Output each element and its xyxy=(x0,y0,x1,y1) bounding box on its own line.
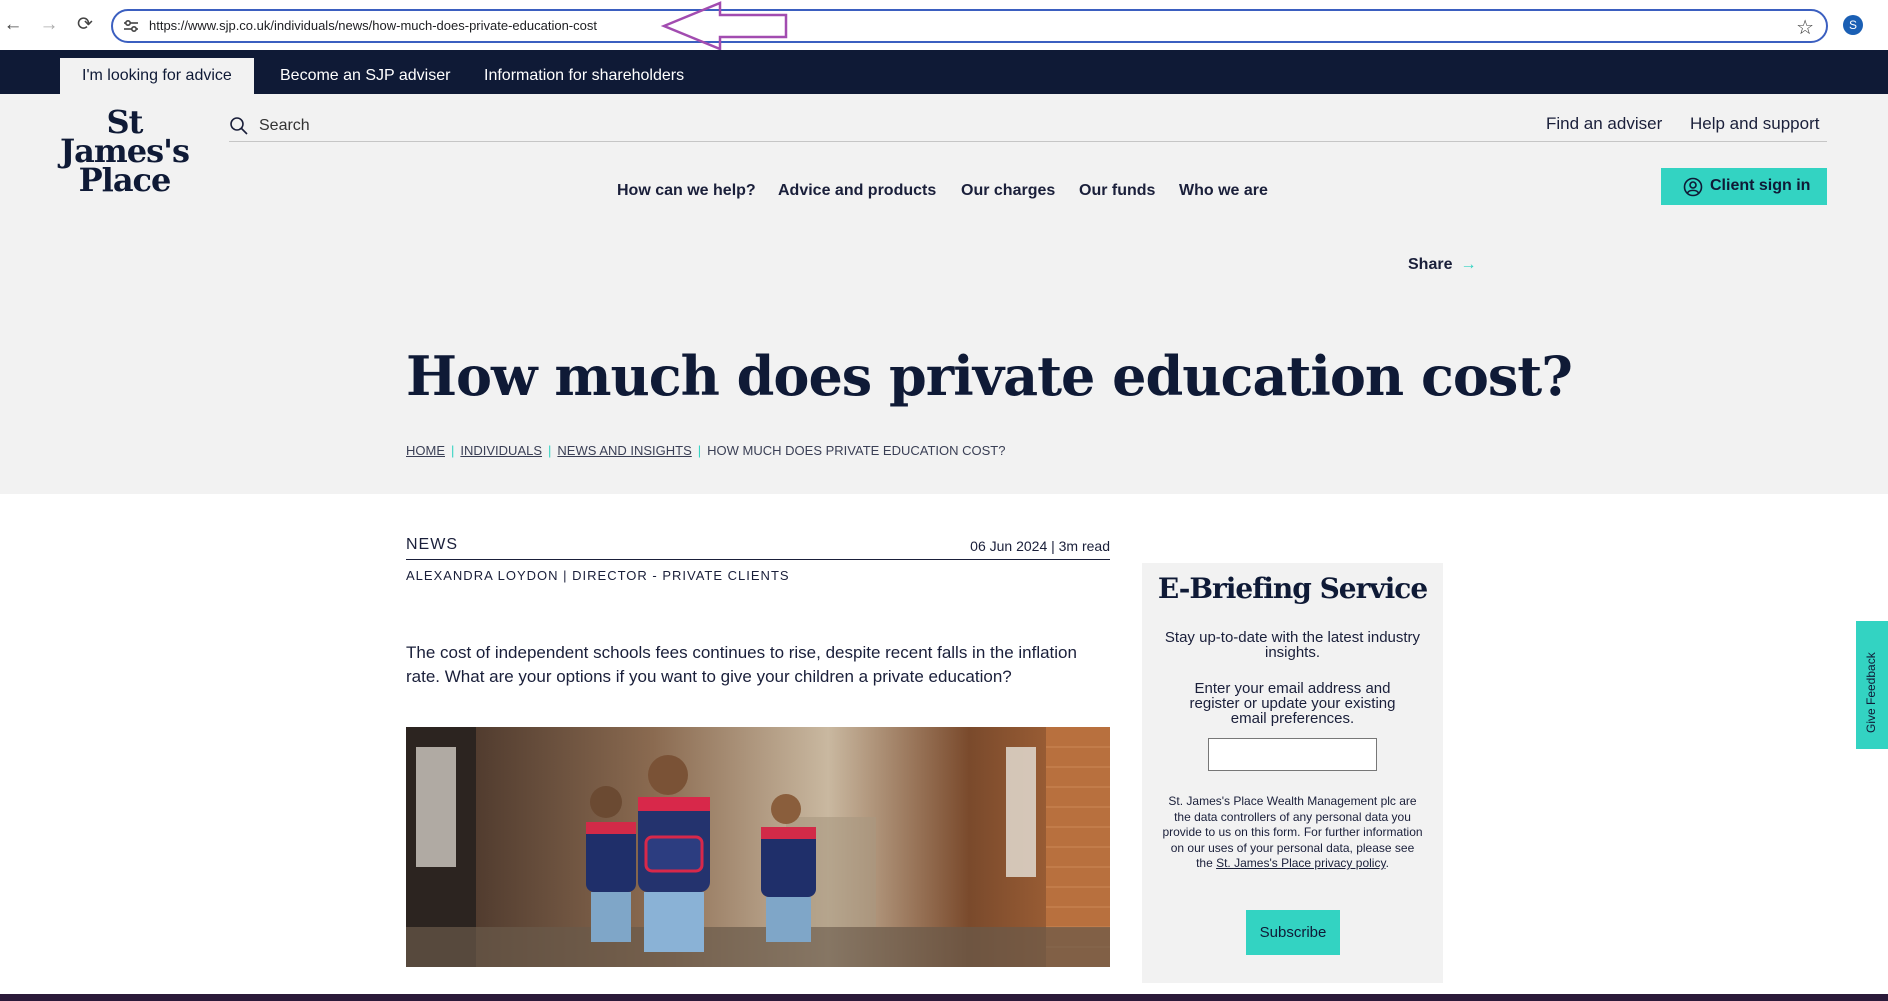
bookmark-star-icon[interactable]: ☆ xyxy=(1796,15,1814,40)
nav-our-charges[interactable]: Our charges xyxy=(961,182,1055,200)
annotation-arrow-icon xyxy=(660,1,788,51)
nav-how-can-we-help[interactable]: How can we help? xyxy=(617,182,756,200)
ebriefing-description: Stay up-to-date with the latest industry… xyxy=(1164,629,1421,661)
breadcrumb-current: HOW MUCH DOES PRIVATE EDUCATION COST? xyxy=(707,443,1006,458)
ebriefing-instructions: Enter your email address and register or… xyxy=(1189,680,1396,727)
sjp-logo[interactable]: St James's Place xyxy=(57,106,192,199)
profile-avatar[interactable]: S xyxy=(1843,15,1863,35)
subscribe-button[interactable]: Subscribe xyxy=(1246,910,1340,955)
privacy-policy-link[interactable]: St. James's Place privacy policy xyxy=(1216,856,1385,870)
breadcrumb-separator: | xyxy=(548,443,552,458)
breadcrumb-news-insights[interactable]: NEWS AND INSIGHTS xyxy=(557,443,691,458)
legal-text-end: . xyxy=(1385,856,1389,870)
forward-icon[interactable]: → xyxy=(38,14,60,36)
url-text[interactable]: https://www.sjp.co.uk/individuals/news/h… xyxy=(149,18,597,33)
share-label: Share xyxy=(1408,256,1453,273)
divider xyxy=(406,559,1110,560)
article-intro: The cost of independent schools fees con… xyxy=(406,643,1077,686)
client-signin-label: Client sign in xyxy=(1710,177,1811,194)
bottom-strip xyxy=(0,994,1888,1001)
tab-become-adviser[interactable]: Become an SJP adviser xyxy=(258,58,472,94)
ebriefing-title: E-Briefing Service xyxy=(1157,572,1428,605)
give-feedback-tab[interactable]: Give Feedback xyxy=(1856,621,1888,749)
breadcrumb-separator: | xyxy=(451,443,455,458)
search-icon xyxy=(230,117,248,135)
page-title: How much does private education cost? xyxy=(406,344,1573,408)
nav-who-we-are[interactable]: Who we are xyxy=(1179,182,1268,200)
email-field[interactable] xyxy=(1208,738,1377,771)
search-placeholder: Search xyxy=(259,117,310,134)
breadcrumb-individuals[interactable]: INDIVIDUALS xyxy=(460,443,542,458)
breadcrumb: HOME | INDIVIDUALS | NEWS AND INSIGHTS | HOW M… xyxy=(406,443,1005,458)
audience-bar: I'm looking for advice Become an SJP adv… xyxy=(0,50,1888,94)
client-signin-button[interactable]: Client sign in xyxy=(1661,168,1827,205)
nav-advice-products[interactable]: Advice and products xyxy=(778,182,936,200)
nav-our-funds[interactable]: Our funds xyxy=(1079,182,1155,200)
address-bar[interactable]: https://www.sjp.co.uk/individuals/news/h… xyxy=(111,9,1828,43)
tab-looking-for-advice[interactable]: I'm looking for advice xyxy=(60,58,254,94)
back-icon[interactable]: ← xyxy=(2,14,24,36)
breadcrumb-separator: | xyxy=(697,443,702,458)
ebriefing-panel: E-Briefing Service Stay up-to-date with … xyxy=(1142,563,1443,983)
ebriefing-legal-text: St. James's Place Wealth Management plc … xyxy=(1162,794,1423,872)
tab-shareholders[interactable]: Information for shareholders xyxy=(462,58,706,94)
hero-image xyxy=(406,727,1110,967)
give-feedback-label: Give Feedback xyxy=(1864,652,1878,733)
browser-toolbar: ← → ⟳ https://www.sjp.co.uk/individuals/… xyxy=(0,0,1888,51)
article-date-readtime: 06 Jun 2024 | 3m read xyxy=(970,538,1110,554)
logo-line: Place xyxy=(78,161,172,199)
arrow-right-icon: → xyxy=(1460,256,1477,273)
user-icon xyxy=(1683,177,1703,197)
page-header: St James's Place Search Find an adviser … xyxy=(0,94,1888,494)
article-category: NEWS xyxy=(406,536,458,553)
help-support-link[interactable]: Help and support xyxy=(1690,114,1819,134)
share-button[interactable]: Share → xyxy=(1408,256,1476,274)
breadcrumb-home[interactable]: HOME xyxy=(406,443,445,458)
reload-icon[interactable]: ⟳ xyxy=(74,14,96,36)
article-author: ALEXANDRA LOYDON | DIRECTOR - PRIVATE CL… xyxy=(406,568,790,583)
site-settings-icon[interactable] xyxy=(123,18,139,34)
find-adviser-link[interactable]: Find an adviser xyxy=(1546,114,1662,134)
children-with-backpacks-illustration xyxy=(406,727,1110,967)
